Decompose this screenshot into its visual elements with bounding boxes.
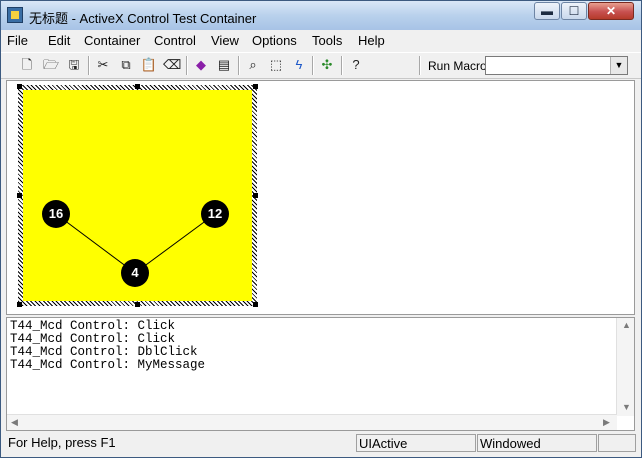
- scroll-left-icon[interactable]: ◀: [11, 417, 18, 428]
- menu-file[interactable]: File: [7, 33, 28, 48]
- lightning-icon[interactable]: ϟ: [290, 56, 308, 74]
- status-window-mode: Windowed: [477, 434, 597, 452]
- scroll-right-icon[interactable]: ▶: [603, 417, 610, 428]
- log-line: T44_Mcd Control: MyMessage: [10, 358, 206, 372]
- toolbar: 🗋 🗁 🖫 ✂ ⧉ 📋 ⌫ ◆ ▤ ⌕ ⬚ ϟ ✣ ? Run Macro: ▼: [1, 52, 641, 79]
- resize-handle[interactable]: [253, 84, 258, 89]
- close-button[interactable]: ✕: [588, 2, 634, 20]
- menu-tools[interactable]: Tools: [312, 33, 342, 48]
- menu-options[interactable]: Options: [252, 33, 297, 48]
- menu-bar: File Edit Container Control View Options…: [1, 30, 641, 51]
- menu-control[interactable]: Control: [154, 33, 196, 48]
- resize-handle[interactable]: [135, 302, 140, 307]
- vertical-scrollbar[interactable]: ▲ ▼: [616, 318, 634, 416]
- log-line: T44_Mcd Control: Click: [10, 319, 176, 333]
- title-bar[interactable]: 无标题 - ActiveX Control Test Container ▬ ☐…: [1, 1, 641, 30]
- insert-control-icon[interactable]: ◆: [192, 56, 210, 74]
- select-icon[interactable]: ⬚: [267, 56, 285, 74]
- chevron-down-icon[interactable]: ▼: [610, 57, 627, 74]
- menu-help[interactable]: Help: [358, 33, 385, 48]
- menu-container[interactable]: Container: [84, 33, 140, 48]
- node-4[interactable]: 4: [121, 259, 149, 287]
- cut-icon[interactable]: ✂: [94, 56, 112, 74]
- maximize-button[interactable]: ☐: [561, 2, 587, 20]
- app-icon[interactable]: [7, 7, 23, 23]
- new-icon[interactable]: 🗋: [18, 56, 36, 74]
- container-canvas[interactable]: 16 12 4: [6, 80, 635, 315]
- properties-icon[interactable]: ▤: [215, 56, 233, 74]
- toolbar-separator: [341, 56, 343, 75]
- run-macro-label: Run Macro:: [428, 59, 491, 73]
- resize-handle[interactable]: [135, 84, 140, 89]
- toolbar-separator: [238, 56, 240, 75]
- control-selection-frame[interactable]: 16 12 4: [17, 84, 258, 307]
- size-grip[interactable]: [598, 434, 636, 452]
- toolbar-separator: [186, 56, 188, 75]
- window-title: 无标题 - ActiveX Control Test Container: [29, 11, 257, 26]
- event-log[interactable]: T44_Mcd Control: Click T44_Mcd Control: …: [6, 317, 635, 431]
- app-window: 无标题 - ActiveX Control Test Container ▬ ☐…: [0, 0, 642, 458]
- scroll-down-icon[interactable]: ▼: [622, 402, 631, 412]
- t44-mcd-control[interactable]: 16 12 4: [23, 90, 252, 301]
- horizontal-scrollbar[interactable]: ◀ ▶: [7, 414, 617, 430]
- save-icon[interactable]: 🖫: [65, 56, 83, 74]
- toolbar-separator: [88, 56, 90, 75]
- copy-icon[interactable]: ⧉: [117, 56, 135, 74]
- toolbar-separator: [419, 56, 421, 75]
- status-ui-state: UIActive: [356, 434, 476, 452]
- preview-icon[interactable]: ⌕: [244, 56, 262, 74]
- menu-edit[interactable]: Edit: [48, 33, 70, 48]
- status-bar: For Help, press F1 UIActive Windowed: [1, 433, 641, 457]
- run-macro-combo[interactable]: ▼: [485, 56, 628, 75]
- layout-icon[interactable]: ✣: [318, 56, 336, 74]
- scroll-up-icon[interactable]: ▲: [622, 320, 631, 330]
- log-line: T44_Mcd Control: Click: [10, 332, 176, 346]
- toolbar-separator: [312, 56, 314, 75]
- resize-handle[interactable]: [17, 193, 22, 198]
- delete-icon[interactable]: ⌫: [163, 56, 181, 74]
- paste-icon[interactable]: 📋: [140, 56, 158, 74]
- resize-handle[interactable]: [253, 302, 258, 307]
- menu-view[interactable]: View: [211, 33, 239, 48]
- open-icon[interactable]: 🗁: [42, 56, 60, 74]
- resize-handle[interactable]: [17, 84, 22, 89]
- connector-12-4: [134, 213, 216, 274]
- minimize-button[interactable]: ▬: [534, 2, 560, 20]
- help-icon[interactable]: ?: [347, 56, 365, 74]
- status-help-text: For Help, press F1: [8, 435, 116, 450]
- node-16[interactable]: 16: [42, 200, 70, 228]
- resize-handle[interactable]: [253, 193, 258, 198]
- log-line: T44_Mcd Control: DblClick: [10, 345, 198, 359]
- resize-handle[interactable]: [17, 302, 22, 307]
- node-12[interactable]: 12: [201, 200, 229, 228]
